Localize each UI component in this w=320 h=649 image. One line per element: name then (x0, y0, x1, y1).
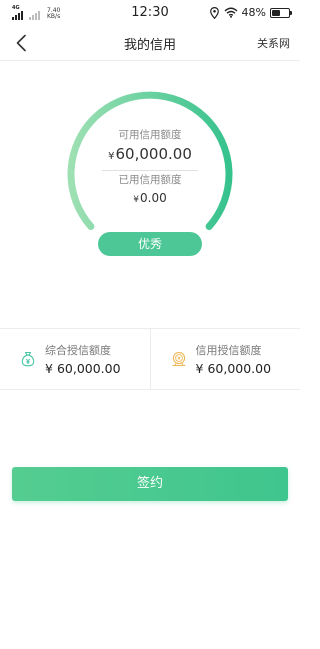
page-title: 我的信用 (123, 38, 176, 53)
relationship-network-link[interactable]: 关系网 (257, 35, 290, 51)
status-bar: 4G 7.40 KB/s 12:30 48% (0, 0, 300, 26)
gauge-center: 可用信用额度 ¥60,000.00 已用信用额度 ¥0.00 (60, 128, 240, 208)
location-icon (209, 6, 219, 19)
comprehensive-credit-label: 综合授信额度 (45, 344, 111, 357)
credit-authorization-value: ¥ 60,000.00 (196, 361, 272, 377)
used-credit-amount: ¥0.00 (60, 190, 240, 208)
credit-quota-panel: 综合授信额度 ¥ 60,000.00 信用授信额度 ¥ 60,000.00 (0, 328, 300, 390)
battery-icon (270, 7, 292, 18)
comprehensive-credit-value: ¥ 60,000.00 (45, 361, 121, 377)
gauge-divider (102, 170, 198, 171)
credit-rating-badge: 优秀 (98, 232, 202, 256)
wifi-icon (224, 7, 238, 18)
navigation-bar: 我的信用 关系网 (0, 26, 300, 61)
currency-symbol: ¥ (108, 151, 115, 162)
comprehensive-credit-quota: 综合授信额度 ¥ 60,000.00 (0, 329, 150, 389)
money-bag-icon (21, 351, 35, 367)
my-credit-page: 4G 7.40 KB/s 12:30 48% 我的信用 关系网 可用信用额度 ¥… (0, 0, 300, 649)
available-credit-label: 可用信用额度 (118, 129, 182, 141)
credit-authorization-label: 信用授信额度 (195, 344, 262, 357)
used-credit-label: 已用信用额度 (118, 174, 182, 186)
battery-percent: 48% (241, 6, 266, 19)
currency-symbol: ¥ (195, 361, 204, 376)
sign-contract-button[interactable]: 签约 (12, 467, 288, 501)
currency-symbol: ¥ (45, 361, 53, 376)
currency-symbol: ¥ (133, 195, 139, 205)
available-credit-amount: ¥60,000.00 (60, 144, 240, 167)
used-credit-value: 0.00 (140, 191, 167, 205)
credit-medal-icon (172, 351, 185, 367)
comprehensive-credit-amount: 60,000.00 (56, 361, 121, 376)
status-bar-right: 48% (209, 6, 292, 19)
credit-authorization-quota: 信用授信额度 ¥ 60,000.00 (149, 329, 301, 389)
credit-authorization-amount: 60,000.00 (207, 361, 272, 376)
available-credit-value: 60,000.00 (115, 145, 192, 163)
